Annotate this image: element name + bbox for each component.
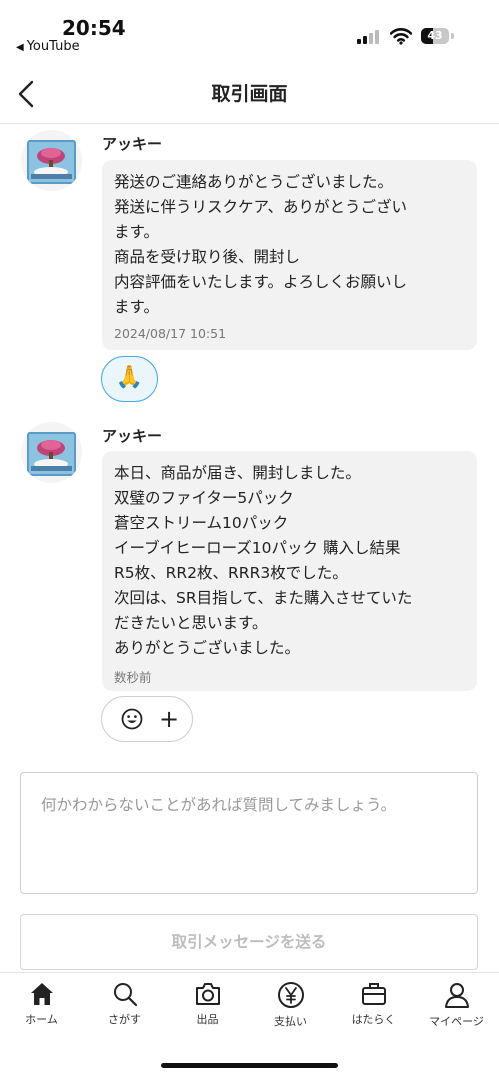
avatar-image	[21, 130, 82, 191]
signal-icon	[357, 30, 381, 44]
message-timestamp: 数秒前	[114, 670, 152, 685]
add-reaction-button[interactable]: +	[101, 696, 193, 742]
tab-label: 出品	[196, 1013, 219, 1026]
tab-payment[interactable]: 支払い	[249, 981, 332, 1033]
back-triangle-icon: ◀	[16, 42, 24, 53]
camera-icon	[195, 983, 220, 1005]
message-line: ありがとうございました。	[114, 639, 301, 657]
avatar[interactable]	[21, 130, 82, 191]
tab-work[interactable]: はたらく	[332, 981, 415, 1033]
send-message-button[interactable]: 取引メッセージを送る	[20, 914, 478, 970]
tab-search[interactable]: さがす	[83, 981, 166, 1033]
tab-label: はたらく	[351, 1013, 396, 1026]
tab-home[interactable]: ホーム	[0, 981, 83, 1033]
message-input[interactable]: 何かわからないことがあれば質問してみましょう。	[20, 772, 478, 894]
message-line: ます。	[114, 298, 159, 316]
search-icon	[113, 983, 137, 1007]
home-icon	[30, 983, 53, 1005]
message-line: だきたいと思います。	[114, 614, 268, 632]
smile-icon	[121, 708, 143, 730]
avatar-image	[21, 422, 82, 483]
tab-label: マイページ	[429, 1015, 484, 1028]
chevron-left-icon[interactable]	[10, 76, 46, 112]
battery-icon: 43	[421, 28, 449, 44]
sender-name: アッキー	[102, 135, 163, 153]
message-line: 蒼空ストリーム10パック	[114, 514, 289, 532]
message-line: 発送のご連絡ありがとうございました。	[114, 173, 394, 191]
page-title: 取引画面	[211, 83, 288, 105]
message-line: 双璧のファイター5パック	[114, 489, 294, 507]
message-bubble: 本日、商品が届き、開封しました。 双璧のファイター5パック 蒼空ストリーム10パ…	[102, 451, 477, 691]
wifi-icon	[390, 28, 412, 45]
header: 取引画面	[0, 64, 499, 124]
tab-label: ホーム	[25, 1013, 58, 1026]
person-icon	[444, 983, 469, 1008]
avatar[interactable]	[21, 422, 82, 483]
back-to-app-link[interactable]: ◀ YouTube	[16, 39, 80, 54]
message-bubble: 発送のご連絡ありがとうございました。 発送に伴うリスクケア、ありがとうござい ま…	[102, 160, 477, 350]
status-bar: 20:54 ◀ YouTube 43	[0, 0, 499, 62]
battery-percent: 43	[427, 29, 443, 42]
home-indicator	[161, 1063, 338, 1068]
tab-label: 支払い	[274, 1015, 307, 1028]
message-line: 商品を受け取り後、開封し	[114, 248, 301, 266]
plus-icon: +	[159, 705, 180, 733]
sender-name: アッキー	[102, 427, 163, 445]
briefcase-icon	[361, 983, 386, 1005]
back-app-label: YouTube	[26, 39, 80, 54]
tab-sell[interactable]: 出品	[166, 981, 249, 1033]
message-line: 発送に伴うリスクケア、ありがとうござい	[114, 198, 407, 216]
battery-cap	[451, 33, 454, 39]
reaction-badge[interactable]: 🙏	[101, 356, 158, 402]
message-line: イーブイヒーローズ10パック 購入し結果	[114, 539, 401, 557]
yen-icon	[277, 982, 304, 1008]
message-line: 内容評価をいたします。よろしくお願いし	[114, 273, 407, 291]
tab-mypage[interactable]: マイページ	[415, 981, 498, 1033]
tab-label: さがす	[108, 1013, 141, 1026]
status-time: 20:54	[62, 16, 126, 40]
message-line: 次回は、SR目指して、また購入させていた	[114, 589, 413, 607]
message-line: 本日、商品が届き、開封しました。	[114, 464, 361, 482]
message-timestamp: 2024/08/17 10:51	[114, 326, 227, 341]
message-line: ます。	[114, 223, 159, 241]
message-line: R5枚、RR2枚、RRR3枚でした。	[114, 564, 348, 582]
